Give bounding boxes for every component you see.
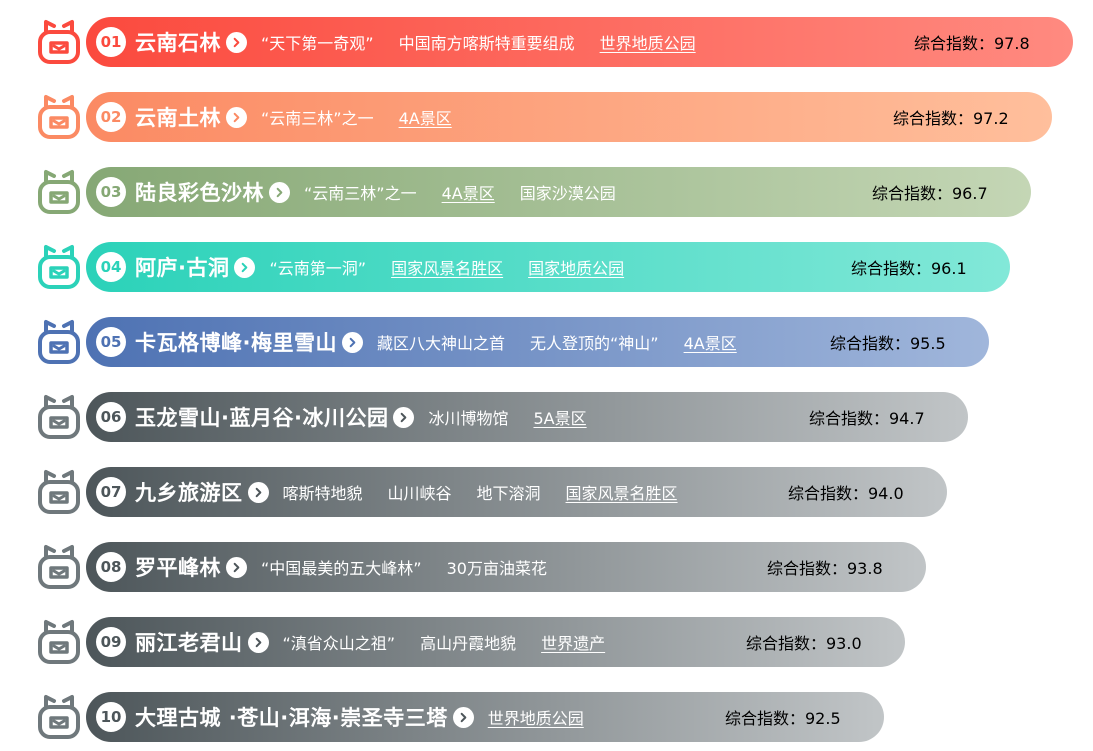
- tag-link[interactable]: 世界地质公园: [488, 705, 584, 729]
- tag-list: 喀斯特地貌 山川峡谷 地下溶洞 国家风景名胜区: [283, 480, 703, 504]
- tag-text: 山川峡谷: [387, 484, 452, 503]
- scenic-spot-name[interactable]: 九乡旅游区: [135, 477, 243, 507]
- rank-number-badge: 04: [96, 252, 126, 282]
- tv-icon: [38, 545, 80, 589]
- composite-score: 综合指数：93.0: [746, 634, 862, 653]
- chevron-right-icon[interactable]: [269, 181, 290, 203]
- composite-score: 综合指数：94.0: [788, 484, 904, 503]
- tag-text: 国家沙漠公园: [519, 184, 616, 203]
- tag-list: “滇省众山之祖” 高山丹霞地貌 世界遗产: [283, 630, 631, 654]
- tag-list: 世界地质公园: [488, 705, 609, 729]
- tag-list: “云南第一洞” 国家风景名胜区 国家地质公园: [269, 255, 649, 279]
- tv-icon: [38, 95, 80, 139]
- tv-icon: [38, 620, 80, 664]
- tag-text: “云南三林”之一: [261, 109, 374, 128]
- chevron-right-icon[interactable]: [247, 631, 269, 653]
- tv-icon: [38, 695, 80, 739]
- chevron-right-icon[interactable]: [226, 106, 247, 128]
- tag-text: 30万亩油菜花: [446, 559, 547, 578]
- rank-number-badge: 06: [96, 402, 126, 432]
- tv-icon: [38, 470, 80, 514]
- tag-list: “中国最美的五大峰林” 30万亩油菜花: [261, 555, 572, 579]
- tag-text: “云南第一洞”: [269, 259, 367, 278]
- tag-link[interactable]: 国家风景名胜区: [391, 255, 503, 279]
- tag-link[interactable]: 4A景区: [399, 105, 452, 129]
- tag-list: 藏区八大神山之首 无人登顶的“神山” 4A景区: [377, 330, 762, 354]
- composite-score: 综合指数：95.5: [830, 334, 946, 353]
- composite-score: 综合指数：96.7: [872, 184, 988, 203]
- ranking-row[interactable]: 01 云南石林 “天下第一奇观” 中国南方喀斯特重要组成 世界地质公园 综合指数：97.8: [0, 17, 1093, 69]
- rank-number-badge: 01: [96, 27, 126, 57]
- scenic-spot-name[interactable]: 罗平峰林: [135, 552, 221, 582]
- scenic-spot-name[interactable]: 云南土林: [135, 102, 221, 132]
- scenic-spot-name[interactable]: 大理古城 ·苍山·洱海·崇圣寺三塔: [135, 702, 448, 732]
- ranking-row[interactable]: 06 玉龙雪山·蓝月谷·冰川公园 冰川博物馆 5A景区 综合指数：94.7: [0, 392, 1093, 444]
- tv-icon: [38, 320, 80, 364]
- tag-list: “天下第一奇观” 中国南方喀斯特重要组成 世界地质公园: [261, 30, 721, 54]
- tag-text: “天下第一奇观”: [261, 34, 374, 53]
- chevron-right-icon[interactable]: [234, 256, 256, 278]
- ranking-row[interactable]: 05 卡瓦格博峰·梅里雪山 藏区八大神山之首 无人登顶的“神山” 4A景区 综合指数：95…: [0, 317, 1093, 369]
- tag-list: “云南三林”之一 4A景区: [261, 105, 477, 129]
- composite-score: 综合指数：96.1: [851, 259, 967, 278]
- ranking-row[interactable]: 10 大理古城 ·苍山·洱海·崇圣寺三塔 世界地质公园 综合指数：92.5: [0, 692, 1093, 744]
- rank-number-badge: 02: [96, 102, 126, 132]
- tag-list: “云南三林”之一 4A景区 国家沙漠公园: [304, 180, 641, 204]
- tag-link[interactable]: 4A景区: [442, 180, 495, 204]
- tag-text: 冰川博物馆: [428, 409, 509, 428]
- rank-number-badge: 05: [96, 327, 126, 357]
- composite-score: 综合指数：93.8: [767, 559, 883, 578]
- chevron-right-icon[interactable]: [393, 406, 415, 428]
- tag-link[interactable]: 5A景区: [533, 405, 586, 429]
- rank-number-badge: 08: [96, 552, 126, 582]
- scenic-spot-name[interactable]: 陆良彩色沙林: [135, 177, 264, 207]
- tag-text: 藏区八大神山之首: [376, 334, 505, 353]
- tv-icon: [38, 20, 80, 64]
- tag-text: “云南三林”之一: [304, 184, 417, 203]
- tag-link[interactable]: 世界地质公园: [600, 30, 696, 54]
- rank-number-badge: 10: [96, 702, 126, 732]
- tv-icon: [38, 245, 80, 289]
- scenic-spot-name[interactable]: 玉龙雪山·蓝月谷·冰川公园: [135, 402, 388, 432]
- composite-score: 综合指数：92.5: [725, 709, 841, 728]
- scenic-spot-name[interactable]: 阿庐·古洞: [135, 252, 229, 282]
- rank-number-badge: 09: [96, 627, 126, 657]
- tag-link[interactable]: 国家风景名胜区: [566, 480, 678, 504]
- tag-link[interactable]: 世界遗产: [541, 630, 605, 654]
- tag-link[interactable]: 国家地质公园: [528, 255, 624, 279]
- ranking-row[interactable]: 07 九乡旅游区 喀斯特地貌 山川峡谷 地下溶洞 国家风景名胜区 综合指数：94.0: [0, 467, 1093, 519]
- tag-text: 喀斯特地貌: [282, 484, 363, 503]
- tv-icon: [38, 170, 80, 214]
- tag-text: 中国南方喀斯特重要组成: [398, 34, 575, 53]
- ranking-row[interactable]: 08 罗平峰林 “中国最美的五大峰林” 30万亩油菜花 综合指数：93.8: [0, 542, 1093, 594]
- tag-link[interactable]: 4A景区: [684, 330, 737, 354]
- ranking-row[interactable]: 09 丽江老君山 “滇省众山之祖” 高山丹霞地貌 世界遗产 综合指数：93.0: [0, 617, 1093, 669]
- tag-text: “中国最美的五大峰林”: [261, 559, 422, 578]
- tag-text: 地下溶洞: [476, 484, 541, 503]
- ranking-row[interactable]: 04 阿庐·古洞 “云南第一洞” 国家风景名胜区 国家地质公园 综合指数：96.1: [0, 242, 1093, 294]
- scenic-spot-name[interactable]: 丽江老君山: [135, 627, 243, 657]
- rank-number-badge: 07: [96, 477, 126, 507]
- chevron-right-icon[interactable]: [247, 481, 269, 503]
- composite-score: 综合指数：97.2: [893, 109, 1009, 128]
- chevron-right-icon[interactable]: [452, 706, 474, 728]
- tag-list: 冰川博物馆 5A景区: [428, 405, 611, 429]
- tag-text: 高山丹霞地貌: [420, 634, 517, 653]
- scenic-spot-name[interactable]: 云南石林: [135, 27, 221, 57]
- tag-text: 无人登顶的“神山”: [530, 334, 659, 353]
- composite-score: 综合指数：97.8: [914, 34, 1030, 53]
- chevron-right-icon[interactable]: [226, 31, 247, 53]
- composite-score: 综合指数：94.7: [809, 409, 925, 428]
- ranking-row[interactable]: 03 陆良彩色沙林 “云南三林”之一 4A景区 国家沙漠公园 综合指数：96.7: [0, 167, 1093, 219]
- chevron-right-icon[interactable]: [226, 556, 247, 578]
- tag-text: “滇省众山之祖”: [282, 634, 396, 653]
- rank-number-badge: 03: [96, 177, 126, 207]
- ranking-row[interactable]: 02 云南土林 “云南三林”之一 4A景区 综合指数：97.2: [0, 92, 1093, 144]
- scenic-spot-name[interactable]: 卡瓦格博峰·梅里雪山: [135, 327, 337, 357]
- chevron-right-icon[interactable]: [341, 331, 363, 353]
- tv-icon: [38, 395, 80, 439]
